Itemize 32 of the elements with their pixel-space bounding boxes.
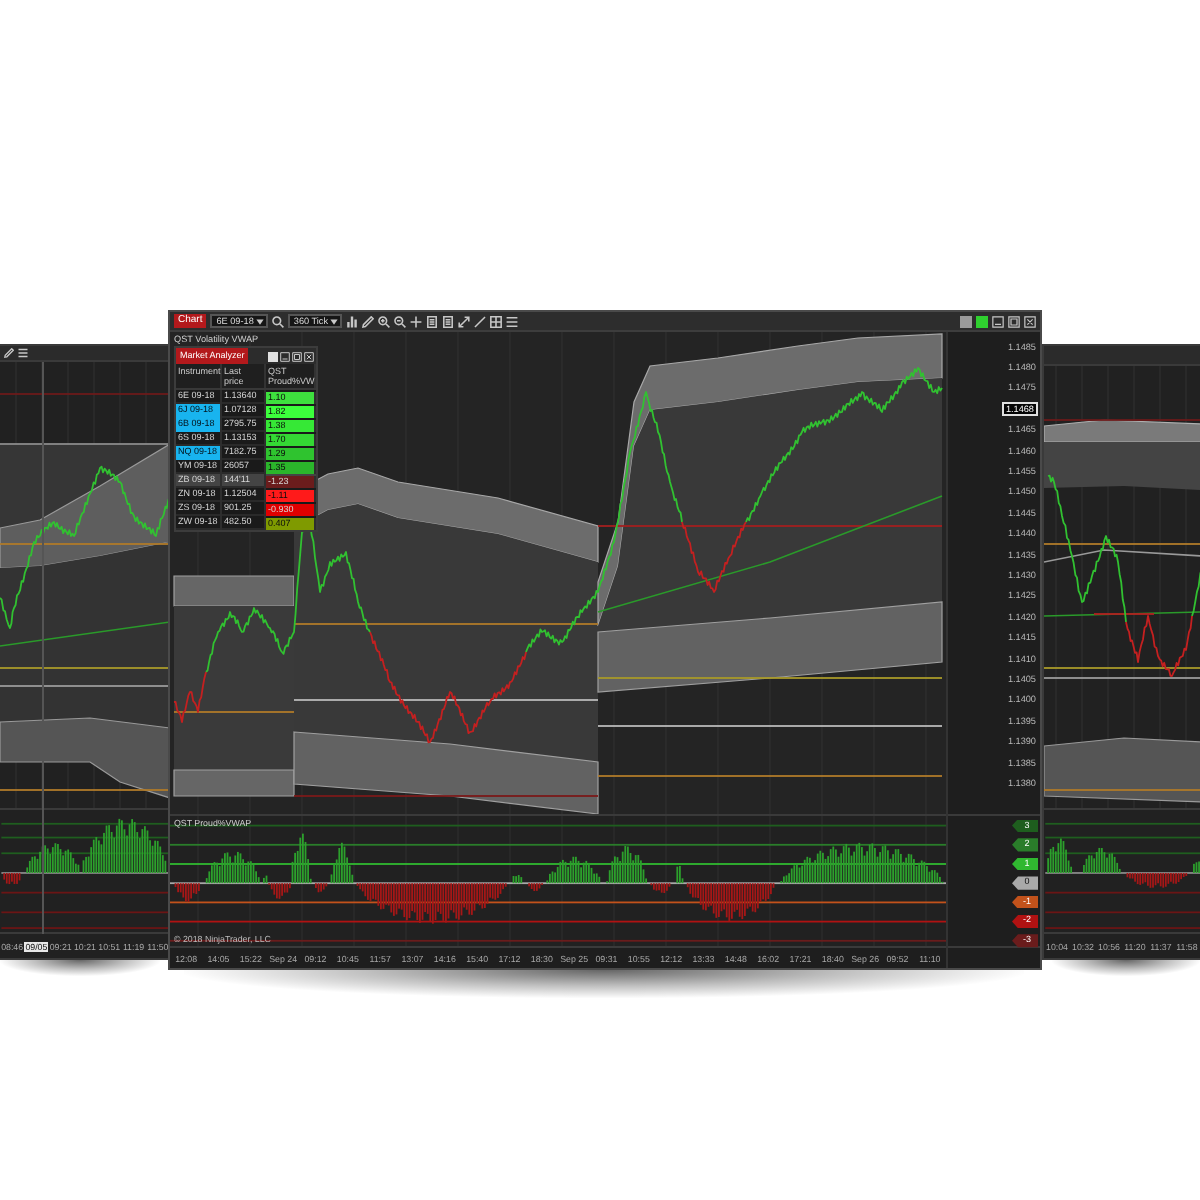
price-level-line xyxy=(1094,613,1154,615)
list-icon[interactable] xyxy=(18,348,28,358)
zoom-out-icon[interactable] xyxy=(394,315,406,327)
document-icon[interactable] xyxy=(442,315,454,327)
price-line-falling xyxy=(1125,615,1193,677)
table-icon[interactable] xyxy=(490,315,502,327)
caret-icon xyxy=(255,317,264,325)
histogram-bars-negative xyxy=(1126,872,1188,888)
histogram-bars-negative xyxy=(3,872,21,885)
square-icon[interactable] xyxy=(976,315,988,327)
maximize-icon[interactable] xyxy=(292,351,302,361)
minimize-icon[interactable] xyxy=(280,351,290,361)
histogram-bars-positive xyxy=(26,818,167,873)
minimize-icon[interactable] xyxy=(992,315,1004,327)
square-icon[interactable] xyxy=(960,315,972,327)
crosshair-icon[interactable] xyxy=(410,315,422,327)
pencil-icon[interactable] xyxy=(362,315,374,327)
square-icon[interactable] xyxy=(268,351,278,361)
document-icon[interactable] xyxy=(426,315,438,327)
resize-arrows-icon[interactable] xyxy=(458,315,470,327)
close-icon[interactable] xyxy=(304,351,314,361)
maximize-icon[interactable] xyxy=(1008,315,1020,327)
caret-icon xyxy=(330,317,338,325)
list-icon[interactable] xyxy=(506,315,518,327)
pencil-icon[interactable] xyxy=(4,348,14,358)
close-icon[interactable] xyxy=(1024,315,1036,327)
bar-chart-icon[interactable] xyxy=(346,315,358,327)
volatility-band xyxy=(173,575,295,607)
price-level-line xyxy=(174,711,294,713)
search-icon[interactable] xyxy=(271,315,284,327)
line-tool-icon[interactable] xyxy=(474,315,486,327)
zoom-in-icon[interactable] xyxy=(378,315,390,327)
